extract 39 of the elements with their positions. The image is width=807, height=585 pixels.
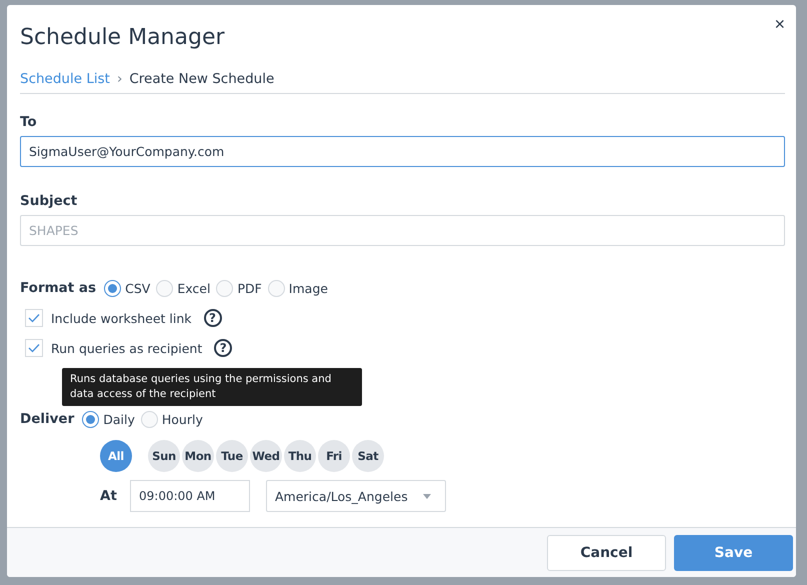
help-icon[interactable]: ?: [204, 309, 222, 327]
to-field[interactable]: SigmaUser@YourCompany.com: [20, 136, 785, 167]
radio-button[interactable]: [104, 280, 122, 297]
checkbox-label: Include worksheet link: [51, 310, 192, 326]
close-button[interactable]: ×: [774, 15, 785, 33]
radio-label: PDF: [237, 281, 262, 296]
day-button[interactable]: Tue: [216, 440, 248, 472]
subject-field[interactable]: SHAPES: [20, 215, 785, 246]
radio-label: Hourly: [162, 412, 203, 427]
checkbox[interactable]: [25, 309, 43, 327]
format-label: Format as: [20, 280, 96, 296]
checkbox[interactable]: [25, 339, 43, 357]
checkbox-label: Run queries as recipient: [51, 340, 202, 356]
field-label: Subject: [20, 193, 78, 209]
radio-button[interactable]: [82, 411, 100, 428]
day-button[interactable]: Thu: [284, 440, 316, 472]
deliver-label: Deliver: [20, 411, 74, 427]
day-button[interactable]: Sat: [352, 440, 384, 472]
at-label: At: [100, 488, 118, 504]
radio-label: Image: [288, 281, 328, 296]
radio-label: Daily: [103, 412, 135, 427]
help-icon[interactable]: ?: [214, 339, 232, 357]
cancel-button[interactable]: Cancel: [547, 534, 666, 570]
caret-icon: [423, 494, 431, 498]
timezone-dropdown[interactable]: America/Los_Angeles: [266, 480, 446, 512]
day-button[interactable]: Mon: [182, 440, 214, 472]
time-field[interactable]: 09:00:00 AM: [130, 480, 250, 512]
tooltip: Runs database queries using the permissions and data access of the recipient: [62, 368, 362, 406]
check-icon: [28, 343, 40, 353]
day-button[interactable]: Fri: [318, 440, 350, 472]
check-icon: [28, 313, 40, 323]
breadcrumb-current: Create New Schedule: [129, 71, 274, 87]
field-label: To: [20, 114, 37, 130]
radio-label: CSV: [125, 281, 150, 296]
day-button[interactable]: Wed: [250, 440, 282, 472]
radio-label: Excel: [177, 281, 210, 296]
dialog-title: Schedule Manager: [20, 25, 225, 51]
day-button[interactable]: Sun: [148, 440, 180, 472]
breadcrumb-separator: ›: [116, 71, 122, 87]
